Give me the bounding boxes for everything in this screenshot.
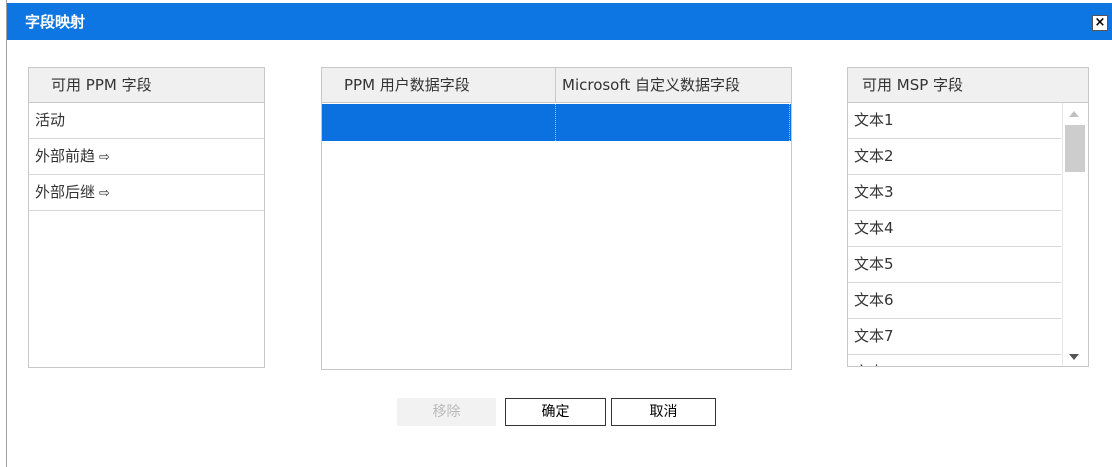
msp-list-scrollbar[interactable] [1062,103,1088,366]
ppm-field-item-activity[interactable]: 活动 [29,103,264,139]
available-msp-fields-header: 可用 MSP 字段 [848,68,1088,103]
column-divider[interactable] [555,68,556,103]
ppm-field-label: 外部前趋 [35,147,96,165]
close-button[interactable]: × [1092,15,1108,31]
available-ppm-fields-header: 可用 PPM 字段 [29,68,264,103]
ppm-field-label: 外部后继 [35,183,96,201]
scroll-up-arrow-icon[interactable] [1069,111,1079,117]
column-header-ppm-user-data[interactable]: PPM 用户数据字段 [344,68,470,103]
expand-arrow-icon[interactable]: ⇨ [99,186,110,201]
mapping-table: PPM 用户数据字段 Microsoft 自定义数据字段 [321,67,792,370]
msp-field-item[interactable]: 文本1 [848,103,1061,139]
ok-button[interactable]: 确定 [505,398,606,426]
msp-field-item[interactable]: 文本8 [848,355,1061,366]
dialog-titlebar[interactable]: 字段映射 × [7,3,1112,40]
ppm-field-item-external-successor[interactable]: 外部后继 ⇨ [29,175,264,211]
dialog-title: 字段映射 [25,13,86,31]
expand-arrow-icon[interactable]: ⇨ [99,150,110,165]
column-header-microsoft-custom-data[interactable]: Microsoft 自定义数据字段 [562,68,740,103]
scrollbar-thumb[interactable] [1065,125,1085,172]
ppm-field-label: 活动 [35,111,66,129]
msp-field-item[interactable]: 文本2 [848,139,1061,175]
mapping-table-header: PPM 用户数据字段 Microsoft 自定义数据字段 [322,68,791,103]
available-msp-fields-panel: 可用 MSP 字段 文本1 文本2 文本3 文本4 文本5 文本6 文本7 文本… [847,67,1089,367]
table-row-selected[interactable] [322,104,791,141]
cell-divider [555,104,556,141]
msp-field-item[interactable]: 文本4 [848,211,1061,247]
msp-field-item[interactable]: 文本6 [848,283,1061,319]
msp-field-item[interactable]: 文本5 [848,247,1061,283]
ppm-field-item-external-predecessor[interactable]: 外部前趋 ⇨ [29,139,264,175]
available-ppm-fields-panel: 可用 PPM 字段 活动 外部前趋 ⇨ 外部后继 ⇨ [28,67,265,368]
msp-field-list[interactable]: 文本1 文本2 文本3 文本4 文本5 文本6 文本7 文本8 [848,103,1088,366]
scroll-down-arrow-icon[interactable] [1069,354,1079,360]
remove-button[interactable]: 移除 [397,398,496,426]
close-icon: × [1094,15,1106,30]
msp-field-item[interactable]: 文本7 [848,319,1061,355]
cell-divider [789,104,790,141]
cancel-button[interactable]: 取消 [611,398,716,426]
msp-field-item[interactable]: 文本3 [848,175,1061,211]
